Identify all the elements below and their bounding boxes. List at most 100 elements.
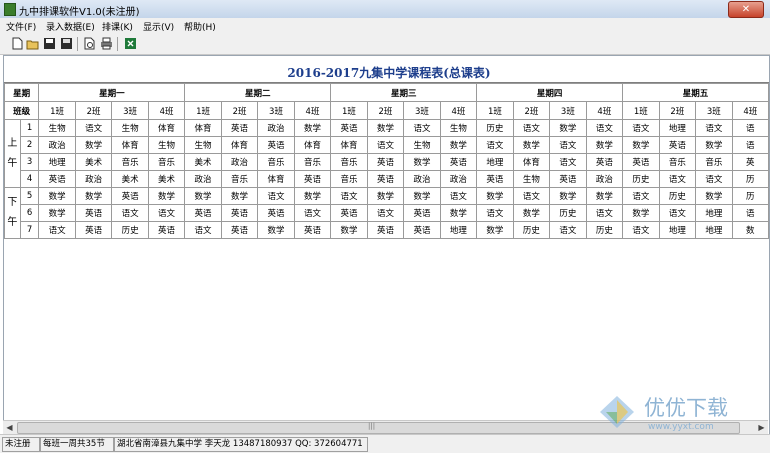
schedule-cell: 数学 <box>38 187 76 205</box>
class-header: 4班 <box>293 101 332 120</box>
schedule-cell: 数学 <box>403 153 441 171</box>
period-number: 5 <box>19 187 40 205</box>
schedule-cell: 历史 <box>111 221 149 239</box>
schedule-cell: 语文 <box>184 221 222 239</box>
menu-schedule[interactable]: 排课(K) <box>102 20 133 33</box>
schedule-cell: 政治 <box>74 170 113 188</box>
status-weekly-periods: 每班一周共35节 <box>40 437 114 452</box>
scroll-left-arrow-icon[interactable]: ◀ <box>3 421 16 434</box>
table-row: 7 语文 英语 历史 英语 语文 英语 数学 英语 数学 英语 英语 地理 数学 历史 语文 历史 语文 地理 地理数 <box>5 221 769 239</box>
session-afternoon: 下午 <box>4 187 21 239</box>
schedule-cell: 生物 <box>147 136 186 154</box>
class-header: 4班 <box>147 101 186 120</box>
table-row: 4 英语 政治 美术 美术 政治 音乐 体育 英语 音乐 英语 政治 政治 英语 生物 英语 政治 历史 语文 语文历 <box>5 170 769 188</box>
schedule-cell: 美术 <box>147 170 186 188</box>
toolbar <box>0 34 770 55</box>
class-header: 1班 <box>330 101 368 120</box>
menu-help[interactable]: 帮助(H) <box>184 20 216 33</box>
class-header: 1班 <box>476 101 514 120</box>
schedule-cell: 数学 <box>293 119 332 137</box>
schedule-cell: 语文 <box>549 221 587 239</box>
status-contact: 湖北省南漳县九集中学 李天龙 13487180937 QQ: 372604771 <box>114 437 368 452</box>
schedule-cell: 语文 <box>585 204 624 222</box>
session-char: 午 <box>7 217 18 228</box>
class-header: 3班 <box>549 101 587 120</box>
menu-input-data[interactable]: 录入数据(E) <box>46 20 95 33</box>
class-header: 3班 <box>695 101 733 120</box>
schedule-cell: 生物 <box>512 170 551 188</box>
horizontal-scrollbar[interactable]: ◀ ||| ▶ <box>3 420 768 434</box>
schedule-cell: 体育 <box>257 170 295 188</box>
schedule-cell: 数学 <box>622 204 660 222</box>
day-header: 星期五 <box>622 83 769 102</box>
schedule-cell: 数学 <box>147 187 186 205</box>
table-row: 6 数学 英语 语文 语文 英语 英语 英语 语文 英语 语文 英语 数学 语文 数学 历史 语文 数学 语文 地理语 <box>5 204 769 222</box>
schedule-cell: 英语 <box>220 119 259 137</box>
schedule-cell: 政治 <box>585 170 624 188</box>
schedule-table: 星期 星期一 星期二 星期三 星期四 星期五 班级 1班 2班 3班 4班 1班 2班 3班 4班 1班 2班 3… <box>4 83 769 239</box>
schedule-cell: 英语 <box>585 153 624 171</box>
close-button[interactable]: ✕ <box>728 1 764 18</box>
menu-view[interactable]: 显示(V) <box>143 20 174 33</box>
schedule-cell: 数学 <box>585 136 624 154</box>
schedule-cell: 音乐 <box>330 153 368 171</box>
schedule-cell: 语文 <box>512 187 551 205</box>
class-header: 2班 <box>512 101 551 120</box>
schedule-cell: 音乐 <box>658 153 697 171</box>
header-class-label: 班级 <box>4 101 40 120</box>
new-icon[interactable] <box>10 37 23 50</box>
table-row: 3 地理 美术 音乐 音乐 美术 政治 音乐 音乐 音乐 英语 数学 英语 地理 体育 语文 英语 英语 音乐 音乐英 <box>5 153 769 171</box>
status-bar: 未注册 每班一周共35节 湖北省南漳县九集中学 李天龙 13487180937 … <box>0 434 770 453</box>
session-char: 上 <box>7 137 18 149</box>
schedule-cell: 数学 <box>366 187 405 205</box>
schedule-cell: 语文 <box>439 187 478 205</box>
excel-icon[interactable] <box>124 37 137 50</box>
schedule-cell: 政治 <box>403 170 441 188</box>
schedule-cell: 英语 <box>366 153 405 171</box>
day-header: 星期一 <box>38 83 186 102</box>
schedule-cell: 数学 <box>476 187 514 205</box>
day-header: 星期四 <box>476 83 624 102</box>
schedule-cell: 英语 <box>366 221 405 239</box>
schedule-cell: 英语 <box>257 136 295 154</box>
scrollbar-thumb[interactable]: ||| <box>17 422 740 434</box>
class-header: 2班 <box>74 101 113 120</box>
save-icon[interactable] <box>43 37 56 50</box>
period-number: 4 <box>19 170 40 188</box>
schedule-view: 2016-2017九集中学课程表(总课表) 星期 星期一 星期二 星期三 星期四 星期五班… <box>3 55 770 435</box>
save-all-icon[interactable] <box>60 37 73 50</box>
schedule-cell: 英语 <box>293 221 332 239</box>
class-header: 3班 <box>257 101 295 120</box>
print-preview-icon[interactable] <box>83 37 96 50</box>
schedule-cell: 数学 <box>622 136 660 154</box>
scroll-right-arrow-icon[interactable]: ▶ <box>755 421 768 434</box>
schedule-cell: 数学 <box>512 204 551 222</box>
schedule-cell: 语文 <box>366 136 405 154</box>
schedule-cell: 音乐 <box>330 170 368 188</box>
schedule-cell: 英语 <box>476 170 514 188</box>
print-icon[interactable] <box>100 37 113 50</box>
table-row: 2 政治 数学 体育 生物 生物 体育 英语 体育 体育 语文 生物 数学 语文 数学 语文 数学 数学 英语 数学语 <box>5 136 769 154</box>
schedule-cell: 语文 <box>658 170 697 188</box>
schedule-cell: 语文 <box>622 221 660 239</box>
schedule-cell: 英语 <box>74 221 113 239</box>
schedule-cell: 语文 <box>549 153 587 171</box>
schedule-cell: 历史 <box>512 221 551 239</box>
schedule-cell: 英语 <box>658 136 697 154</box>
schedule-cell: 政治 <box>38 136 76 154</box>
schedule-cell: 音乐 <box>257 153 295 171</box>
schedule-cell: 语 <box>731 136 769 154</box>
schedule-cell: 英语 <box>330 204 368 222</box>
schedule-cell: 语文 <box>695 170 733 188</box>
toolbar-separator <box>117 37 118 51</box>
schedule-cell: 地理 <box>695 204 733 222</box>
menu-file[interactable]: 文件(F) <box>6 20 36 33</box>
schedule-cell: 地理 <box>658 221 697 239</box>
window-title: 九中排课软件V1.0(未注册) <box>19 7 140 18</box>
schedule-title: 2016-2017九集中学课程表(总课表) <box>287 66 491 80</box>
schedule-cell: 语文 <box>622 187 660 205</box>
schedule-cell: 数学 <box>476 221 514 239</box>
schedule-cell: 英语 <box>38 170 76 188</box>
open-icon[interactable] <box>26 37 39 50</box>
schedule-cell: 英语 <box>257 204 295 222</box>
